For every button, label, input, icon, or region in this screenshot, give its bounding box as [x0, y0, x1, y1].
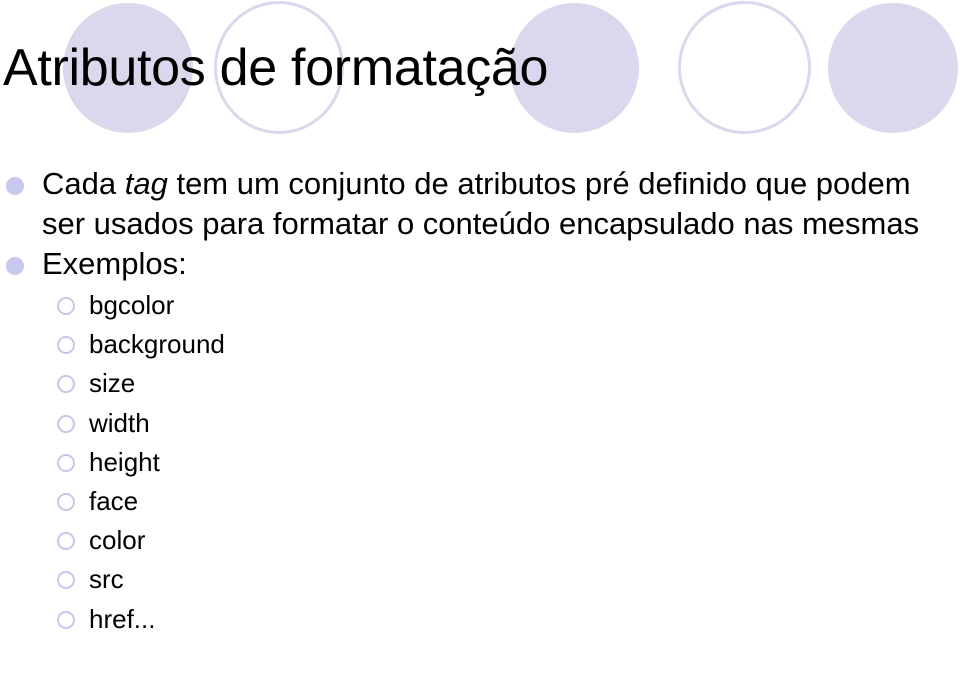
ring-bullet-icon [57, 336, 75, 355]
slide-title: Atributos de formatação [3, 39, 549, 97]
sub-bullet-item: background [0, 325, 960, 364]
ring-bullet-icon [57, 571, 75, 590]
decorative-circle-filled [828, 3, 958, 133]
ring-bullet-icon [57, 375, 75, 394]
sub-bullet-item: height [0, 443, 960, 482]
bullet-text: Exemplos: [42, 246, 187, 281]
ring-bullet-icon [57, 610, 75, 629]
sub-bullet-item: color [0, 521, 960, 560]
bullet-text: Cada tag tem um conjunto de atributos pr… [42, 166, 920, 241]
ring-bullet-icon [57, 297, 75, 315]
ring-bullet-icon [57, 414, 75, 433]
emphasis-tag: tag [124, 166, 168, 201]
ring-bullet-icon [57, 493, 75, 512]
bullet-dot-icon [6, 177, 24, 195]
bullet-item: Exemplos: [0, 244, 960, 284]
sub-bullet-item: src [0, 560, 960, 599]
sub-bullet-item: width [0, 404, 960, 443]
sub-bullet-item: face [0, 482, 960, 521]
sub-bullet-list: bgcolor background size width height fac… [0, 286, 960, 639]
sub-bullet-item: href... [0, 600, 960, 639]
bullet-dot-icon [6, 257, 24, 275]
decorative-circle-ring [678, 1, 811, 134]
sub-bullet-item: bgcolor [0, 286, 960, 325]
sub-bullet-item: size [0, 364, 960, 403]
bullet-item: Cada tag tem um conjunto de atributos pr… [0, 164, 960, 244]
bullet-list: Cada tag tem um conjunto de atributos pr… [0, 164, 960, 639]
ring-bullet-icon [57, 532, 75, 551]
ring-bullet-icon [57, 453, 75, 472]
